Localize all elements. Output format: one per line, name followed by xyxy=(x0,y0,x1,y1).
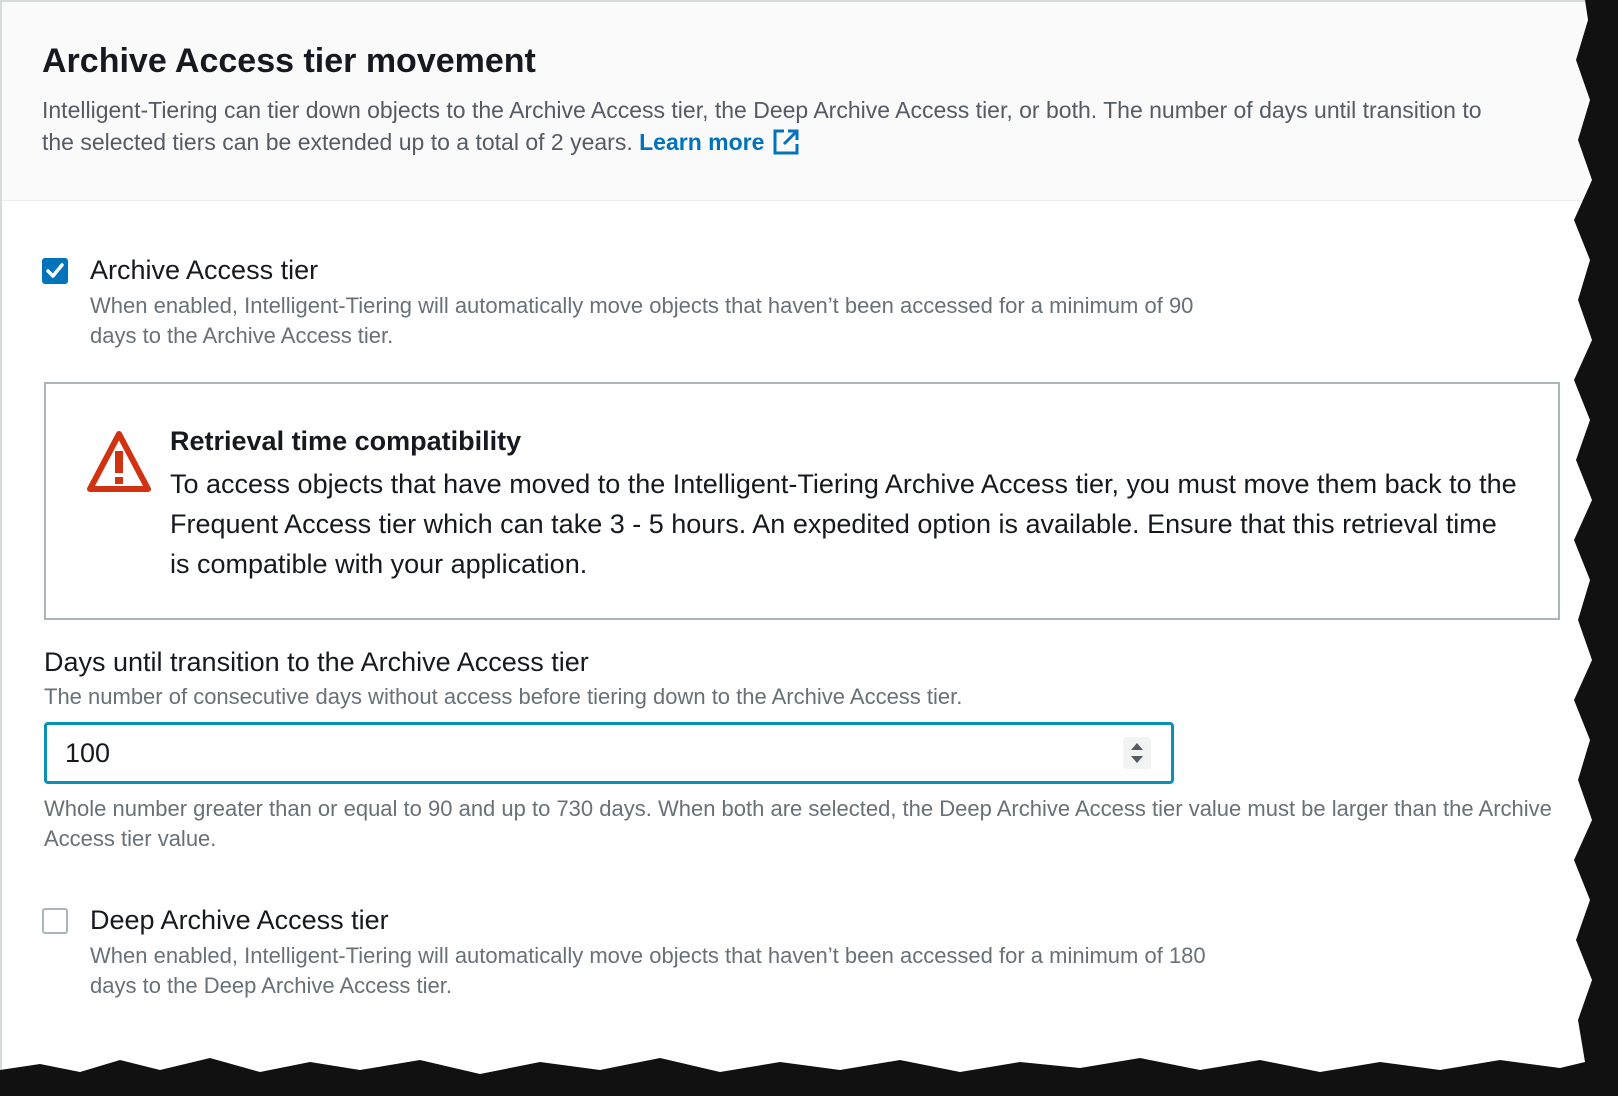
days-field-label: Days until transition to the Archive Acc… xyxy=(44,647,589,677)
alert-body: To access objects that have moved to the… xyxy=(170,469,1517,579)
archive-tier-panel: Archive Access tier movement Intelligent… xyxy=(0,0,1585,1070)
archive-access-label[interactable]: Archive Access tier xyxy=(90,255,318,286)
days-field-description: The number of consecutive days without a… xyxy=(44,684,963,709)
deep-archive-access-label[interactable]: Deep Archive Access tier xyxy=(90,905,389,936)
retrieval-time-alert: Retrieval time compatibility To access o… xyxy=(44,382,1560,620)
warning-icon xyxy=(87,431,151,492)
alert-title: Retrieval time compatibility xyxy=(170,426,522,456)
learn-more-link[interactable]: Learn more xyxy=(639,129,800,155)
checkmark-icon xyxy=(46,263,64,278)
deep-archive-access-description: When enabled, Intelligent-Tiering will a… xyxy=(90,943,1206,998)
panel-header: Archive Access tier movement Intelligent… xyxy=(2,2,1585,201)
days-input-wrapper xyxy=(44,722,1174,784)
learn-more-label: Learn more xyxy=(639,129,765,155)
section-description: Intelligent-Tiering can tier down object… xyxy=(42,94,1482,158)
days-field-hint: Whole number greater than or equal to 90… xyxy=(44,796,1552,851)
external-link-icon xyxy=(773,129,799,155)
days-input[interactable] xyxy=(65,733,1105,773)
section-title: Archive Access tier movement xyxy=(42,42,536,80)
stepper-icon[interactable] xyxy=(1123,737,1151,769)
stepper-arrows-icon xyxy=(1131,743,1143,763)
archive-access-checkbox[interactable] xyxy=(42,258,68,284)
deep-archive-access-checkbox[interactable] xyxy=(42,908,68,934)
archive-access-description: When enabled, Intelligent-Tiering will a… xyxy=(90,293,1194,348)
